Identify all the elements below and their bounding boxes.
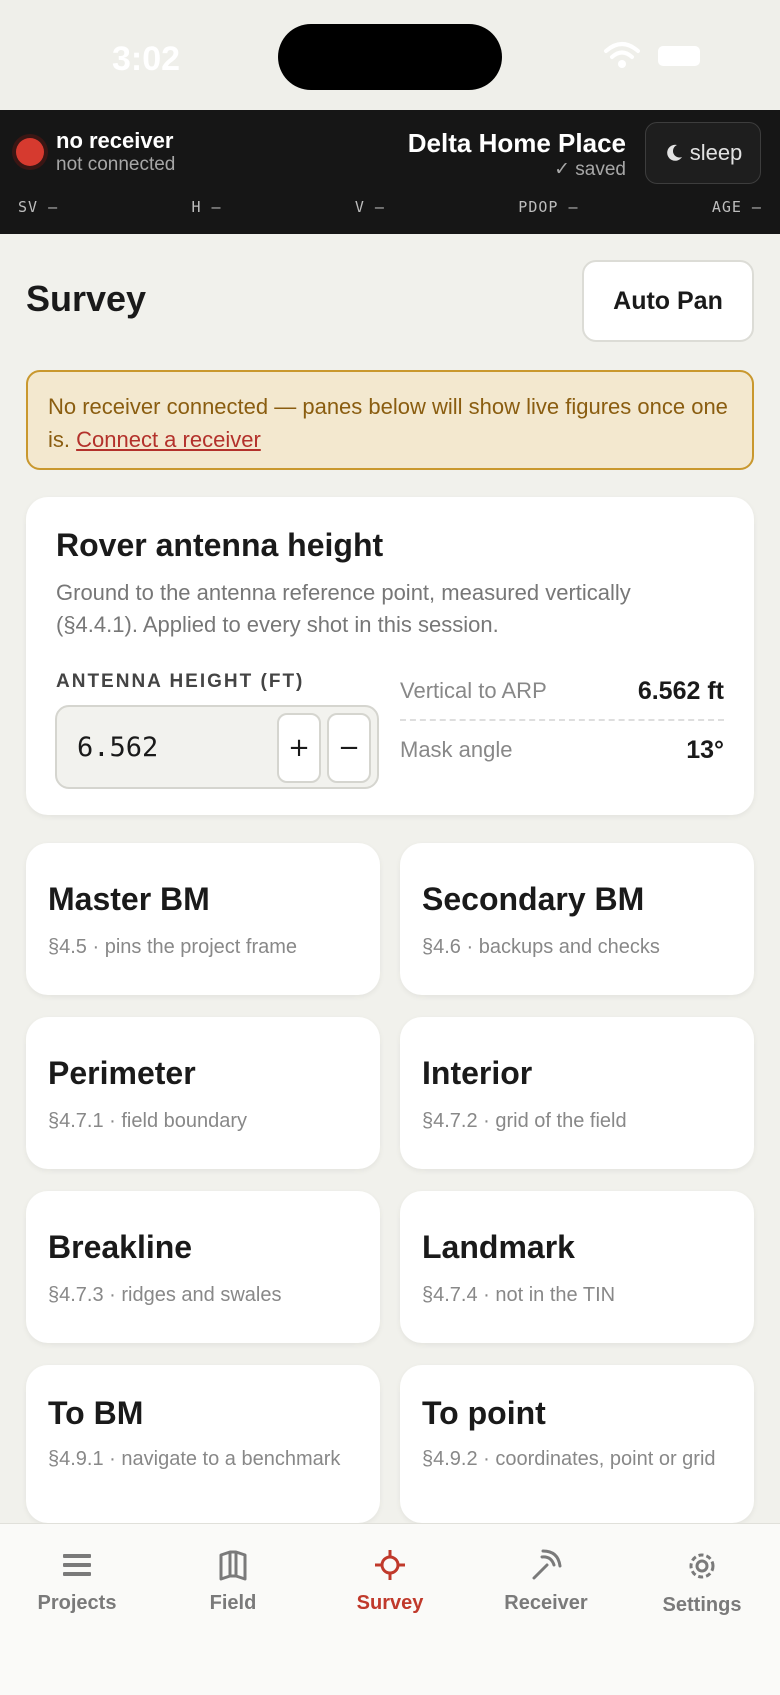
status-bar: 3:02	[0, 0, 780, 110]
stat-value-vertical: 6.562 ft	[637, 676, 724, 705]
stat-row: Vertical to ARP 6.562 ft	[400, 663, 724, 721]
tile-master-bm[interactable]: Master BM §4.5 · pins the project frame	[26, 843, 380, 995]
tile-title: To point	[422, 1395, 546, 1431]
tab-field[interactable]: Field	[158, 1548, 308, 1615]
antenna-height-label: ANTENNA HEIGHT (FT)	[56, 671, 305, 692]
decrement-button[interactable]: −	[327, 713, 371, 783]
antenna-height-stepper: + −	[55, 705, 379, 789]
antenna-height-card: Rover antenna height Ground to the anten…	[26, 497, 754, 815]
sleep-label: sleep	[689, 140, 743, 165]
tile-title: Breakline	[48, 1229, 193, 1265]
tile-to-point[interactable]: To point §4.9.2 · coordinates, point or …	[400, 1365, 754, 1523]
gnss-metrics: SV — H — V — PDOP — AGE —	[18, 198, 762, 216]
receiver-status: not connected	[56, 154, 176, 175]
receiver-name: no receiver	[56, 128, 174, 153]
antenna-card-title: Rover antenna height	[56, 527, 384, 563]
tile-subtitle: §4.9.2 · coordinates, point or grid	[422, 1448, 716, 1470]
stat-row: Mask angle 13°	[400, 721, 724, 779]
metric-v: V —	[354, 198, 385, 216]
tab-settings[interactable]: Settings	[627, 1548, 777, 1617]
tile-to-bm[interactable]: To BM §4.9.1 · navigate to a benchmark	[26, 1365, 380, 1523]
tab-bar: Projects Field Survey Receiver Settings	[0, 1523, 780, 1695]
auto-pan-button[interactable]: Auto Pan	[582, 260, 754, 342]
clock: 3:02	[112, 40, 181, 78]
tile-title: To BM	[48, 1395, 144, 1431]
tile-title: Perimeter	[48, 1055, 196, 1091]
tile-secondary-bm[interactable]: Secondary BM §4.6 · backups and checks	[400, 843, 754, 995]
tab-receiver[interactable]: Receiver	[471, 1548, 621, 1615]
tile-subtitle: §4.7.1 · field boundary	[48, 1110, 248, 1132]
tile-perimeter[interactable]: Perimeter §4.7.1 · field boundary	[26, 1017, 380, 1169]
sleep-button[interactable]: sleep	[645, 122, 761, 184]
tile-title: Master BM	[48, 881, 210, 917]
tile-title: Landmark	[422, 1229, 575, 1265]
moon-icon	[666, 144, 682, 161]
metric-age: AGE —	[711, 198, 762, 216]
tile-breakline[interactable]: Breakline §4.7.3 · ridges and swales	[26, 1191, 380, 1343]
tab-survey[interactable]: Survey	[315, 1548, 465, 1615]
tile-subtitle: §4.9.1 · navigate to a benchmark	[48, 1448, 341, 1470]
gear-icon	[689, 1553, 715, 1579]
metric-pdop: PDOP —	[518, 198, 579, 216]
map-icon	[219, 1550, 247, 1581]
tile-subtitle: §4.5 · pins the project frame	[48, 936, 298, 958]
metric-sv: SV —	[18, 198, 59, 216]
antenna-height-input[interactable]	[77, 725, 257, 769]
tile-subtitle: §4.6 · backups and checks	[422, 936, 660, 958]
tab-label: Settings	[662, 1594, 742, 1616]
dynamic-island	[278, 24, 502, 90]
tab-projects[interactable]: Projects	[2, 1548, 152, 1615]
tile-title: Secondary BM	[422, 881, 645, 917]
tab-label: Receiver	[504, 1592, 588, 1614]
tile-title: Interior	[422, 1055, 533, 1091]
wifi-icon	[604, 42, 640, 68]
no-receiver-warning: No receiver connected — panes below will…	[26, 370, 754, 470]
increment-button[interactable]: +	[277, 713, 321, 783]
tile-subtitle: §4.7.2 · grid of the field	[422, 1110, 627, 1132]
tile-subtitle: §4.7.4 · not in the TIN	[422, 1284, 616, 1306]
page-title: Survey	[26, 278, 147, 319]
antenna-icon	[532, 1549, 562, 1580]
save-state: ✓ saved	[554, 159, 626, 180]
antenna-card-description: Ground to the antenna reference point, m…	[56, 580, 631, 637]
connection-status-dot	[16, 138, 44, 166]
tab-label: Field	[209, 1592, 257, 1614]
stat-key-mask: Mask angle	[400, 737, 513, 762]
tile-interior[interactable]: Interior §4.7.2 · grid of the field	[400, 1017, 754, 1169]
antenna-stats: Vertical to ARP 6.562 ft Mask angle 13°	[400, 663, 724, 779]
tile-subtitle: §4.7.3 · ridges and swales	[48, 1284, 282, 1306]
list-icon	[63, 1554, 91, 1576]
project-name: Delta Home Place	[407, 128, 626, 158]
connect-receiver-link[interactable]: Connect a receiver	[76, 427, 261, 452]
tab-label: Survey	[356, 1592, 424, 1614]
metric-h: H —	[191, 198, 222, 216]
stat-value-mask: 13°	[686, 735, 724, 764]
battery-icon	[658, 46, 700, 66]
tile-landmark[interactable]: Landmark §4.7.4 · not in the TIN	[400, 1191, 754, 1343]
stat-key-vertical: Vertical to ARP	[400, 678, 547, 703]
tab-label: Projects	[37, 1592, 117, 1614]
crosshair-icon	[375, 1550, 405, 1580]
